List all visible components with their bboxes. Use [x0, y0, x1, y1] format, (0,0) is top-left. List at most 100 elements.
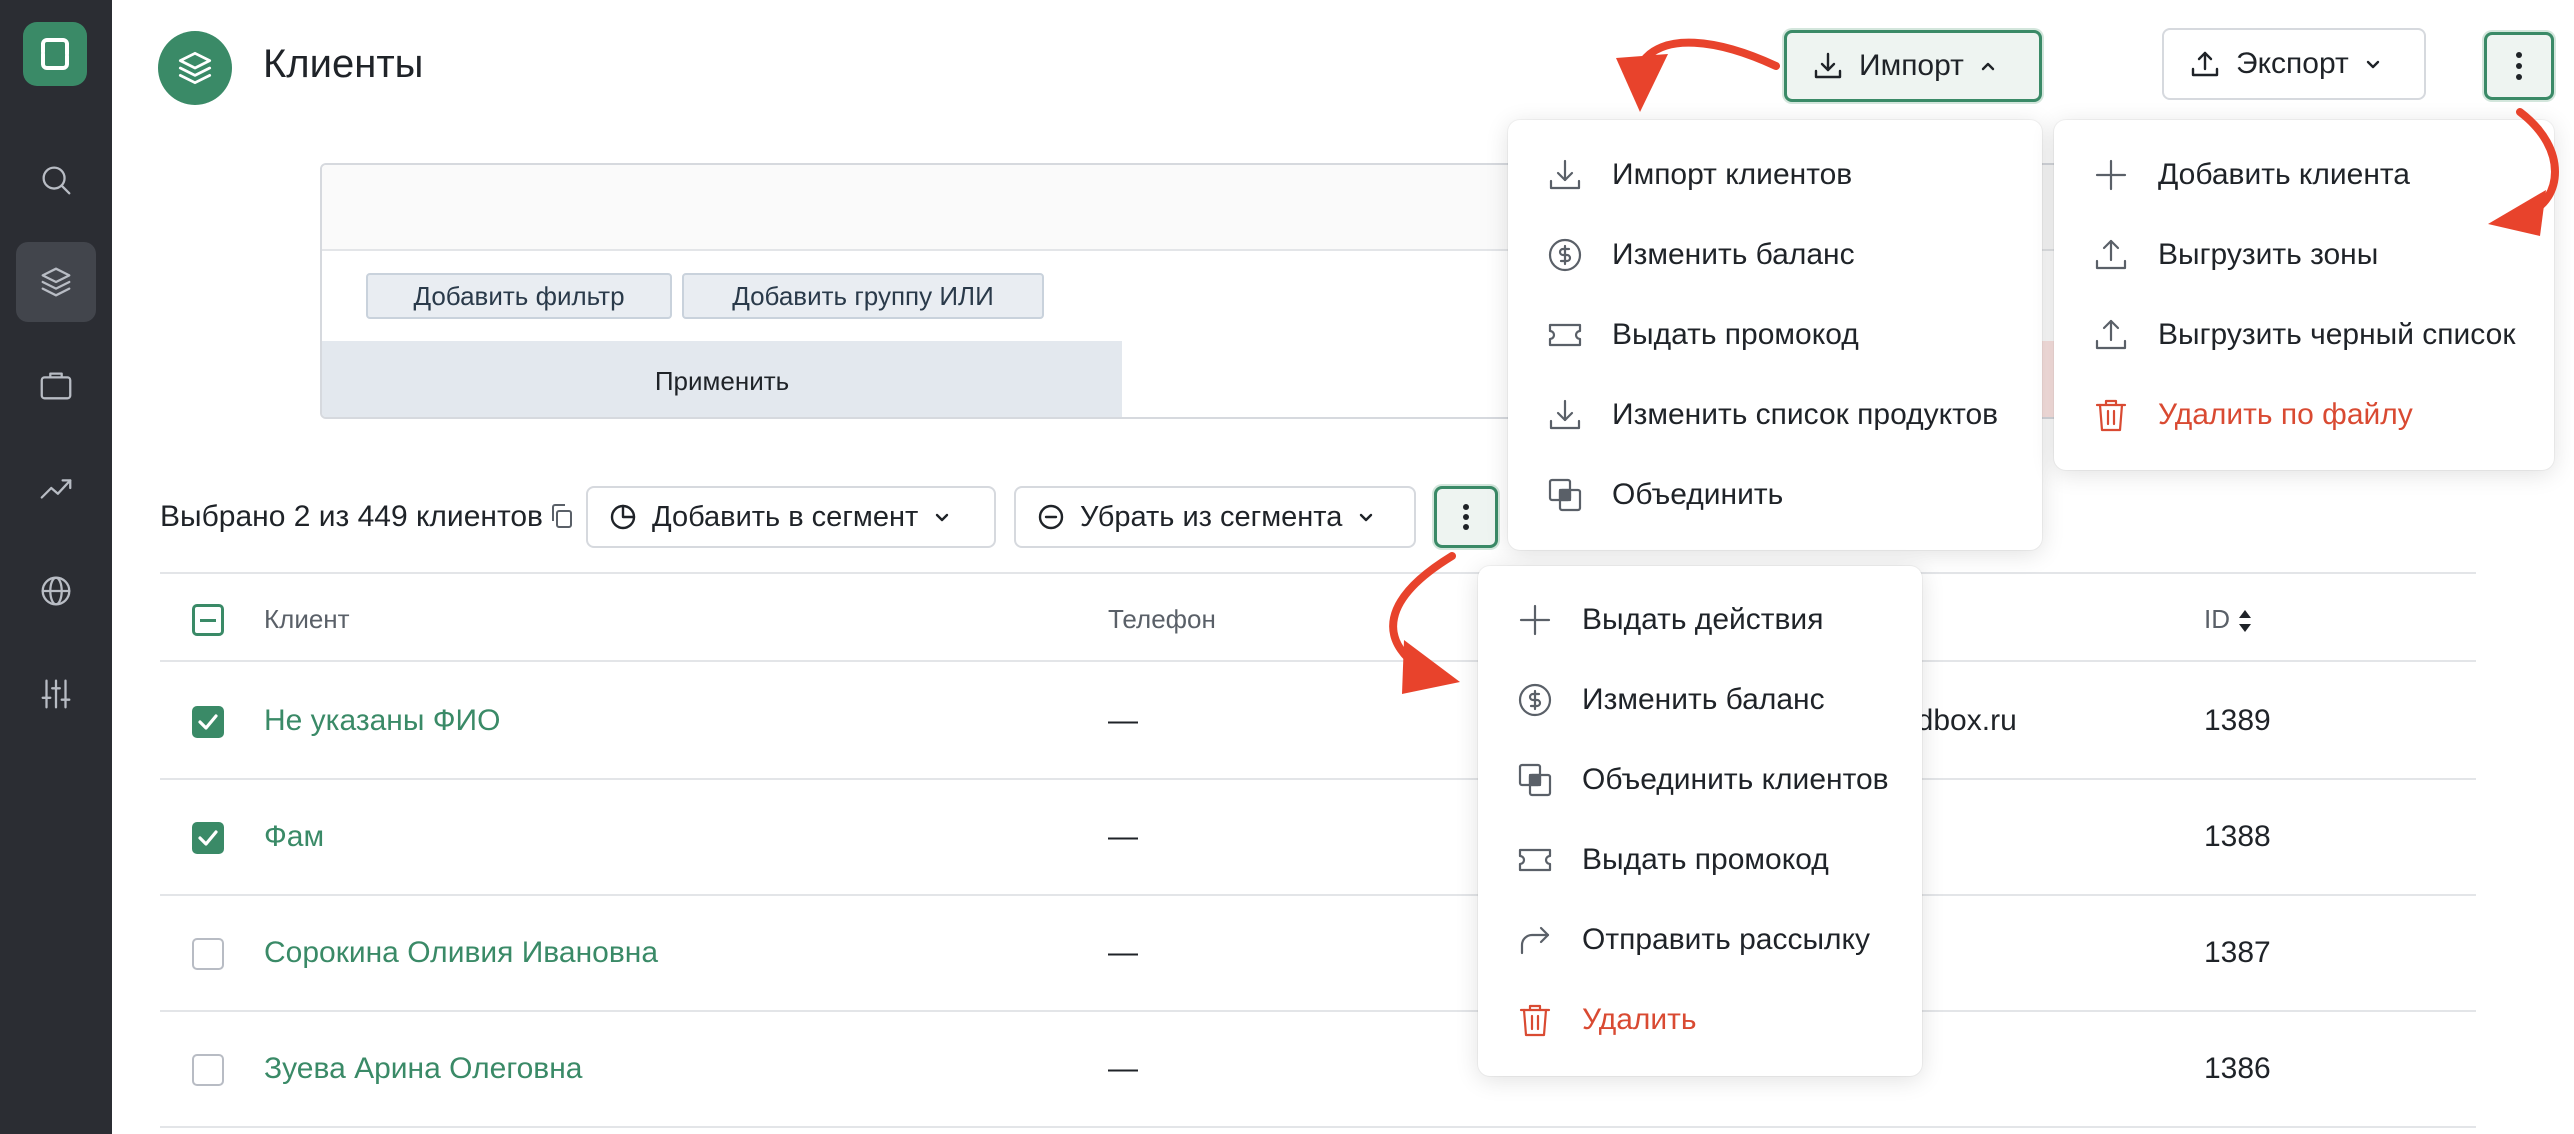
client-id: 1389	[2204, 704, 2271, 737]
menu-item-add-client[interactable]: Добавить клиента	[2054, 135, 2554, 215]
minus-circle-icon	[1038, 504, 1064, 530]
menu-item-change-balance[interactable]: Изменить баланс	[1508, 215, 2042, 295]
download-icon	[1549, 399, 1581, 430]
briefcase-icon	[40, 372, 72, 400]
upload-icon	[2095, 319, 2127, 350]
arrowhead	[1616, 54, 1668, 112]
kebab-icon	[1463, 504, 1469, 530]
menu-item-change-balance[interactable]: Изменить баланс	[1478, 660, 1922, 740]
page-title: Клиенты	[263, 42, 424, 86]
add-filter-button[interactable]: Добавить фильтр	[366, 273, 672, 319]
menu-item-label: Объединить	[1612, 478, 1784, 511]
menu-item-issue-actions[interactable]: Выдать действия	[1478, 580, 1922, 660]
client-phone: —	[1108, 936, 1138, 969]
export-button-label: Экспорт	[2236, 47, 2349, 80]
menu-item-label: Изменить список продуктов	[1612, 398, 1999, 431]
trash-icon	[2095, 399, 2127, 432]
ticket-icon	[1548, 323, 1582, 347]
check-icon	[198, 830, 218, 846]
nav-clients[interactable]	[16, 242, 96, 322]
nav-analytics[interactable]	[16, 448, 96, 528]
menu-item-send-mailing[interactable]: Отправить рассылку	[1478, 900, 1922, 980]
client-id: 1388	[2204, 820, 2271, 853]
menu-item-label: Изменить баланс	[1582, 683, 1825, 716]
selection-count: Выбрано 2 из 449 клиентов	[160, 500, 543, 533]
menu-item-merge[interactable]: Объединить	[1508, 455, 2042, 535]
share-icon	[1520, 926, 1550, 955]
trash-icon	[1519, 1004, 1551, 1037]
bulk-actions-button[interactable]	[1434, 486, 1498, 548]
column-id-label: ID	[2204, 604, 2230, 634]
table-row[interactable]: Сорокина Оливия Ивановна — 1387	[160, 896, 2476, 1012]
download-icon	[1549, 159, 1581, 190]
client-name-link[interactable]: Не указаны ФИО	[264, 704, 500, 738]
sort-icon	[2239, 610, 2252, 633]
menu-item-issue-promo[interactable]: Выдать промокод	[1478, 820, 1922, 900]
chevron-down-icon	[1360, 513, 1373, 522]
import-button[interactable]: Импорт	[1784, 30, 2042, 102]
client-name-link[interactable]: Сорокина Оливия Ивановна	[264, 936, 658, 970]
column-phone[interactable]: Телефон	[1108, 604, 1216, 635]
import-button-label: Импорт	[1859, 49, 1964, 82]
remove-from-segment-label: Убрать из сегмента	[1080, 500, 1343, 533]
add-or-group-button[interactable]: Добавить группу ИЛИ	[682, 273, 1044, 319]
upload-icon	[2095, 239, 2127, 270]
menu-item-change-products[interactable]: Изменить список продуктов	[1508, 375, 2042, 455]
kebab-icon	[2516, 52, 2522, 80]
annotation-arrow	[1636, 38, 1780, 70]
bulk-actions-menu: Выдать действия Изменить баланс Объедини…	[1478, 566, 1922, 1076]
column-id[interactable]: ID	[2204, 604, 2253, 635]
menu-item-merge-clients[interactable]: Объединить клиентов	[1478, 740, 1922, 820]
select-all-checkbox[interactable]	[192, 604, 224, 636]
remove-from-segment-button[interactable]: Убрать из сегмента	[1014, 486, 1416, 548]
row-checkbox[interactable]	[192, 938, 224, 970]
client-phone: —	[1108, 704, 1138, 737]
menu-item-label: Отправить рассылку	[1582, 923, 1870, 956]
menu-item-import-clients[interactable]: Импорт клиентов	[1508, 135, 2042, 215]
client-id: 1387	[2204, 936, 2271, 969]
client-name-link[interactable]: Зуева Арина Олеговна	[264, 1052, 582, 1086]
nav-catalog[interactable]	[16, 345, 96, 425]
add-to-segment-label: Добавить в сегмент	[652, 500, 919, 533]
copy-icon[interactable]	[548, 502, 576, 530]
chevron-down-icon	[2366, 60, 2379, 69]
menu-item-label: Выдать действия	[1582, 603, 1824, 636]
menu-item-label: Изменить баланс	[1612, 238, 1855, 271]
menu-item-label: Удалить по файлу	[2158, 398, 2413, 431]
menu-item-delete-by-file[interactable]: Удалить по файлу	[2054, 375, 2554, 455]
pie-chart-icon	[610, 504, 636, 530]
export-button[interactable]: Экспорт	[2162, 28, 2426, 100]
download-icon	[1814, 52, 1842, 79]
apply-button[interactable]: Применить	[322, 341, 1122, 417]
table-row[interactable]: Не указаны ФИО — ndbox.ru 1389	[160, 664, 2476, 780]
nav-search[interactable]	[16, 140, 96, 220]
logo-icon	[41, 38, 69, 70]
app-logo[interactable]	[23, 22, 87, 86]
import-menu: Импорт клиентов Изменить баланс Выдать п…	[1508, 120, 2042, 550]
menu-item-label: Удалить	[1582, 1003, 1697, 1036]
menu-item-issue-promo[interactable]: Выдать промокод	[1508, 295, 2042, 375]
table-header: Клиент Телефон ID	[160, 572, 2476, 662]
more-actions-button[interactable]	[2484, 32, 2554, 100]
menu-item-export-zones[interactable]: Выгрузить зоны	[2054, 215, 2554, 295]
menu-item-export-blacklist[interactable]: Выгрузить черный список	[2054, 295, 2554, 375]
menu-item-label: Выгрузить зоны	[2158, 238, 2379, 271]
row-checkbox[interactable]	[192, 1054, 224, 1086]
merge-icon	[1548, 478, 1582, 512]
menu-item-label: Объединить клиентов	[1582, 763, 1889, 796]
layers-icon	[41, 267, 71, 297]
trend-icon	[40, 479, 72, 499]
row-checkbox[interactable]	[192, 706, 224, 738]
add-to-segment-button[interactable]: Добавить в сегмент	[586, 486, 996, 548]
table-row[interactable]: Фам — 1388	[160, 780, 2476, 896]
nav-settings[interactable]	[16, 654, 96, 734]
menu-item-delete[interactable]: Удалить	[1478, 980, 1922, 1060]
column-client[interactable]: Клиент	[264, 604, 350, 635]
page-icon	[158, 31, 232, 105]
menu-item-label: Выгрузить черный список	[2158, 318, 2516, 351]
merge-icon	[1518, 763, 1552, 797]
nav-globe[interactable]	[16, 551, 96, 631]
row-checkbox[interactable]	[192, 822, 224, 854]
client-name-link[interactable]: Фам	[264, 820, 324, 854]
table-row[interactable]: Зуева Арина Олеговна — 1386	[160, 1012, 2476, 1128]
